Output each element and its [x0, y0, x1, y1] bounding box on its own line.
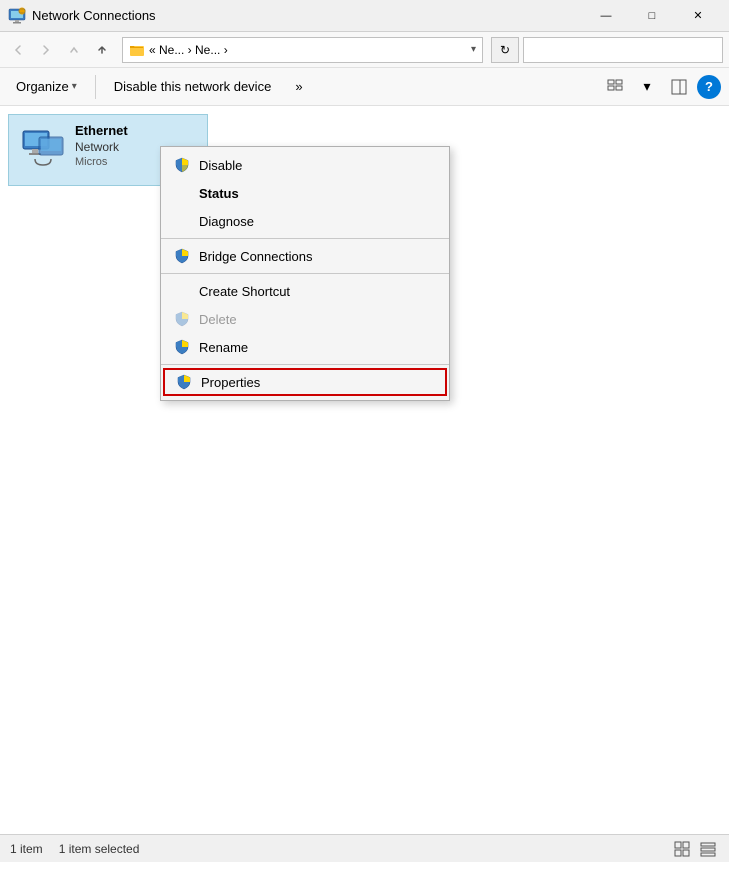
menu-item-diagnose[interactable]: Diagnose	[161, 207, 449, 235]
app-icon	[8, 7, 26, 25]
network-info: Ethernet Network Micros	[75, 123, 128, 168]
context-menu: Disable Status Diagnose Bridge Connectio…	[160, 146, 450, 401]
menu-item-properties[interactable]: Properties	[163, 368, 447, 396]
folder-icon	[129, 42, 145, 58]
menu-icon-placeholder-diagnose	[173, 212, 191, 230]
network-adapter: Micros	[75, 156, 128, 168]
organize-chevron-icon: ▾	[72, 81, 77, 92]
title-bar: Network Connections — □ ✕	[0, 0, 729, 32]
up-button[interactable]	[90, 38, 114, 62]
menu-label-properties: Properties	[201, 375, 260, 390]
minimize-button[interactable]: —	[583, 0, 629, 32]
ethernet-icon	[19, 123, 67, 171]
menu-label-delete: Delete	[199, 312, 237, 327]
menu-item-shortcut[interactable]: Create Shortcut	[161, 277, 449, 305]
refresh-button[interactable]: ↻	[491, 37, 519, 63]
address-bar[interactable]: « Ne... › Ne... › ▾	[122, 37, 483, 63]
menu-label-shortcut: Create Shortcut	[199, 284, 290, 299]
status-bar: 1 item 1 item selected	[0, 834, 729, 862]
menu-item-rename[interactable]: Rename	[161, 333, 449, 361]
more-icon: »	[295, 79, 302, 94]
up-chevron-button[interactable]	[62, 38, 86, 62]
window-title: Network Connections	[32, 8, 156, 23]
status-left: 1 item 1 item selected	[10, 842, 139, 856]
shield-icon-delete	[173, 310, 191, 328]
shield-icon-properties	[175, 373, 193, 391]
menu-label-diagnose: Diagnose	[199, 214, 254, 229]
shield-icon-bridge	[173, 247, 191, 265]
menu-divider-1	[161, 238, 449, 239]
status-right	[671, 838, 719, 860]
network-type: Network	[75, 140, 128, 154]
toolbar: Organize ▾ Disable this network device »…	[0, 68, 729, 106]
nav-bar: « Ne... › Ne... › ▾ ↻	[0, 32, 729, 68]
menu-icon-placeholder-status	[173, 184, 191, 202]
toolbar-right: ▾ ?	[601, 74, 721, 100]
organize-label: Organize	[16, 79, 69, 94]
menu-label-bridge: Bridge Connections	[199, 249, 312, 264]
address-text: « Ne... › Ne... ›	[149, 43, 467, 57]
menu-label-disable: Disable	[199, 158, 242, 173]
menu-label-rename: Rename	[199, 340, 248, 355]
title-bar-left: Network Connections	[8, 7, 156, 25]
view-dropdown-button[interactable]: ▾	[633, 74, 661, 100]
item-count: 1 item	[10, 842, 43, 856]
toolbar-separator	[95, 75, 96, 99]
menu-divider-3	[161, 364, 449, 365]
menu-divider-2	[161, 273, 449, 274]
menu-item-delete: Delete	[161, 305, 449, 333]
title-bar-controls: — □ ✕	[583, 0, 721, 32]
disable-network-button[interactable]: Disable this network device	[106, 75, 280, 98]
status-view-large-button[interactable]	[671, 838, 693, 860]
close-button[interactable]: ✕	[675, 0, 721, 32]
view-options-button[interactable]	[601, 74, 629, 100]
preview-pane-button[interactable]	[665, 74, 693, 100]
disable-label: Disable this network device	[114, 79, 272, 94]
search-input[interactable]	[523, 37, 723, 63]
menu-item-status[interactable]: Status	[161, 179, 449, 207]
selected-count: 1 item selected	[59, 842, 140, 856]
shield-icon-disable	[173, 156, 191, 174]
menu-label-status: Status	[199, 186, 239, 201]
back-button[interactable]	[6, 38, 30, 62]
status-view-list-button[interactable]	[697, 838, 719, 860]
menu-item-bridge[interactable]: Bridge Connections	[161, 242, 449, 270]
shield-icon-rename	[173, 338, 191, 356]
content-area: Ethernet Network Micros Disable Status D…	[0, 106, 729, 862]
menu-item-disable[interactable]: Disable	[161, 151, 449, 179]
address-dropdown-button[interactable]: ▾	[471, 44, 476, 55]
more-options-button[interactable]: »	[287, 75, 310, 98]
help-button[interactable]: ?	[697, 75, 721, 99]
network-name: Ethernet	[75, 123, 128, 138]
organize-button[interactable]: Organize ▾	[8, 75, 85, 98]
maximize-button[interactable]: □	[629, 0, 675, 32]
forward-button[interactable]	[34, 38, 58, 62]
menu-icon-placeholder-shortcut	[173, 282, 191, 300]
